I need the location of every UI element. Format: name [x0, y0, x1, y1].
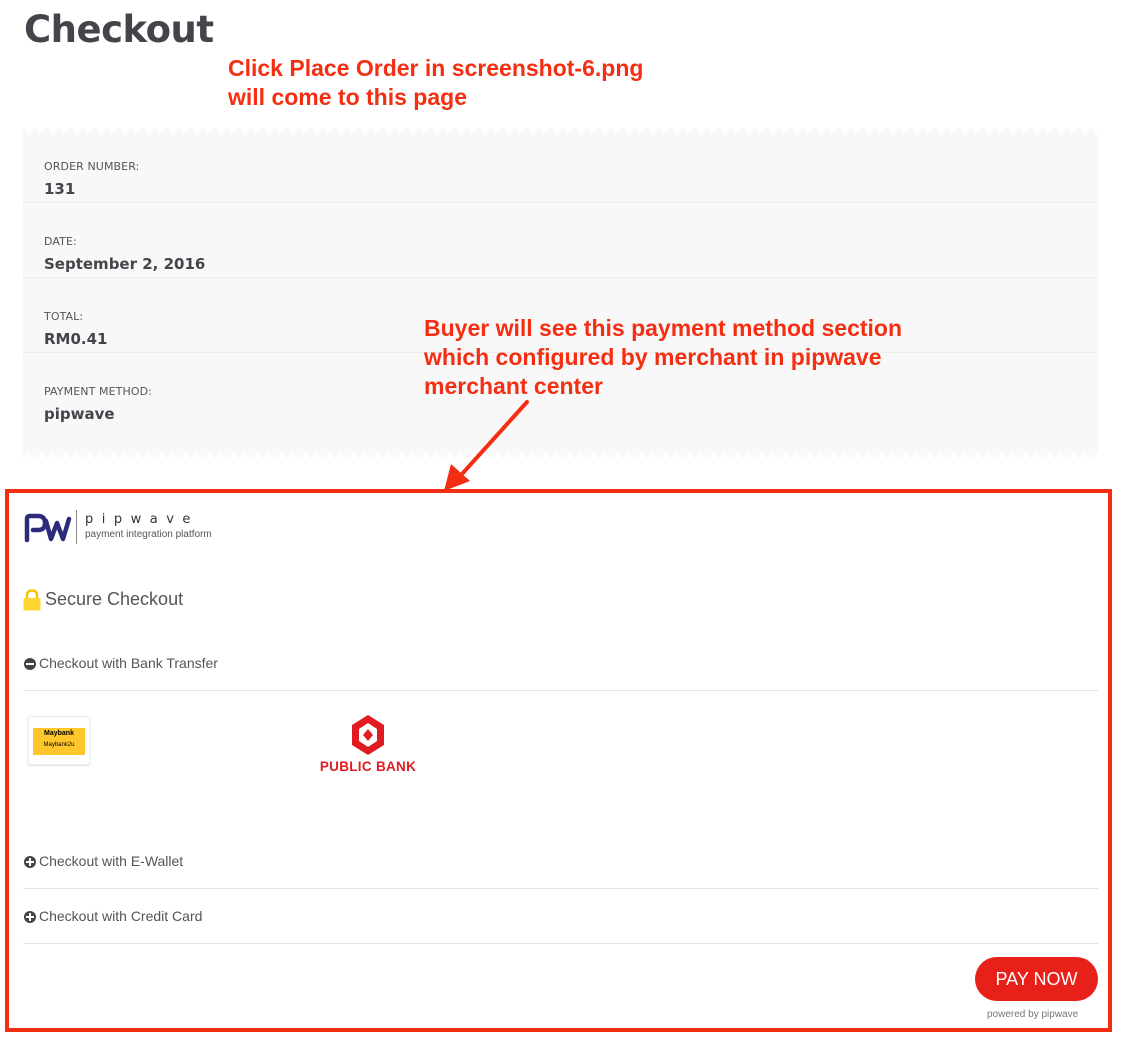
annotation-line: Click Place Order in screenshot-6.png: [228, 55, 644, 81]
credit-card-toggle[interactable]: Checkout with Credit Card: [23, 889, 1098, 944]
powered-by-label: powered by pipwave: [987, 1009, 1079, 1020]
maybank-option[interactable]: Maybank Maybank2u: [28, 716, 90, 765]
annotation-line: merchant center: [424, 373, 603, 399]
order-number-value: 131: [44, 180, 76, 198]
annotation-line: will come to this page: [228, 84, 467, 110]
payment-section-frame: [5, 489, 1112, 1032]
pay-now-button[interactable]: PAY NOW: [975, 957, 1098, 1001]
lock-icon: [23, 589, 41, 611]
order-number-row: ORDER NUMBER: 131: [23, 128, 1098, 203]
maybank-logo: Maybank Maybank2u: [33, 728, 85, 755]
annotation-line: which configured by merchant in pipwave: [424, 344, 882, 370]
plus-circle-icon: [24, 911, 36, 923]
order-date-value: September 2, 2016: [44, 255, 206, 273]
payment-method-value: pipwave: [44, 405, 115, 423]
maybank-subtitle: Maybank2u: [43, 742, 75, 748]
annotation-line: Buyer will see this payment method secti…: [424, 315, 903, 341]
ewallet-label: Checkout with E-Wallet: [39, 853, 184, 869]
public-bank-name: PUBLIC BANK: [319, 759, 417, 774]
zigzag-edge-bottom: [23, 452, 1098, 459]
pipwave-brand-name: pipwave: [85, 512, 199, 527]
annotation-place-order: Click Place Order in screenshot-6.png wi…: [228, 54, 643, 112]
page-title: Checkout: [24, 8, 214, 51]
ewallet-toggle[interactable]: Checkout with E-Wallet: [23, 834, 1098, 889]
credit-card-label: Checkout with Credit Card: [39, 908, 203, 924]
logo-divider: [76, 510, 77, 544]
plus-circle-icon: [24, 856, 36, 868]
arrow-head-icon: [444, 464, 470, 491]
bank-transfer-label: Checkout with Bank Transfer: [39, 655, 218, 671]
zigzag-path: [23, 452, 1098, 459]
public-bank-option[interactable]: PUBLIC BANK: [302, 712, 434, 774]
minus-circle-icon: [24, 658, 36, 670]
bank-transfer-toggle[interactable]: Checkout with Bank Transfer: [23, 636, 1098, 691]
public-bank-emblem-icon: [352, 715, 384, 755]
pipwave-mark-icon: [24, 513, 72, 543]
order-number-label: ORDER NUMBER:: [44, 160, 140, 173]
order-summary: ORDER NUMBER: 131 DATE: September 2, 201…: [23, 127, 1098, 459]
maybank-title: Maybank: [44, 730, 74, 737]
pipwave-tagline: payment integration platform: [85, 529, 212, 540]
annotation-payment-section: Buyer will see this payment method secti…: [424, 314, 902, 401]
secure-checkout-label: Secure Checkout: [45, 589, 184, 609]
order-date-label: DATE:: [44, 235, 77, 248]
order-date-row: DATE: September 2, 2016: [23, 203, 1098, 278]
